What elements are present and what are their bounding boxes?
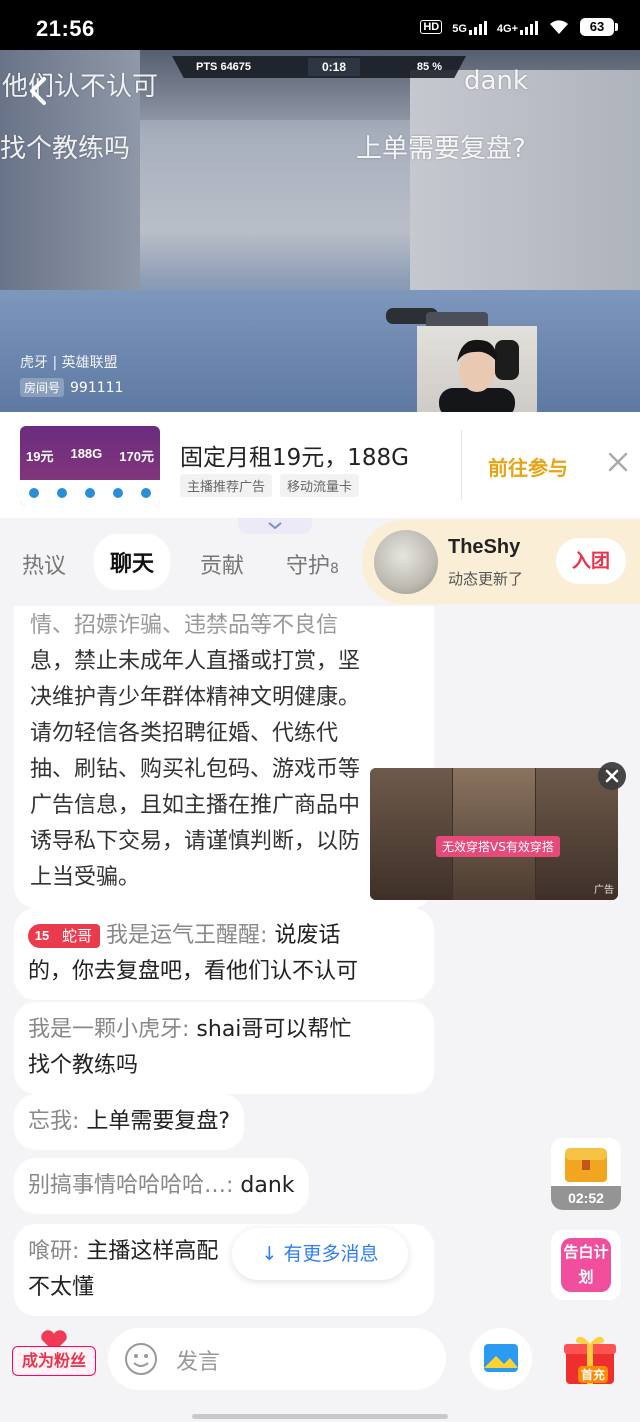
chat-text: 说废话 — [274, 923, 341, 948]
streamer-facecam — [417, 326, 537, 412]
notice-line: 决维护青少年群体精神文明健康。 — [30, 685, 361, 710]
floating-video-ad[interactable]: 无效穿搭VS有效穿搭 广告 — [370, 768, 618, 900]
treasure-chest-widget[interactable]: 02:52 — [551, 1138, 621, 1210]
first-recharge-gift-button[interactable]: 首充 — [560, 1332, 620, 1388]
ad-panel — [453, 768, 535, 900]
game-hud: PTS 64675 0:18 85 % — [172, 56, 466, 78]
tab-guard[interactable]: 守护8 — [286, 548, 339, 580]
tab-guard-count: 8 — [330, 561, 339, 577]
battery-icon: 63 — [580, 18, 618, 36]
chat-text: shai哥可以帮忙 — [196, 1017, 352, 1042]
ad-thumb-price: 170元 — [119, 449, 154, 464]
danmaku-text: 上单需要复盘? — [356, 134, 526, 164]
emoji-icon[interactable] — [124, 1342, 158, 1376]
divider — [461, 430, 462, 500]
game-scene-wall-right — [410, 70, 640, 310]
confession-plan-label: 告白计划 — [561, 1238, 611, 1292]
join-group-button[interactable]: 入团 — [556, 538, 626, 584]
chat-text: 找个教练吗 — [28, 1053, 139, 1078]
notice-line: 请勿轻信各类招聘征婚、代练代 — [30, 721, 339, 746]
become-fan-label: 成为粉丝 — [12, 1346, 96, 1376]
close-icon[interactable] — [598, 762, 626, 790]
streamer-card[interactable]: TheShy 动态更新了 入团 — [362, 520, 640, 604]
status-time: 21:56 — [36, 16, 95, 41]
live-video-player[interactable]: PTS 64675 0:18 85 % 他们认不认可 dank 找个教练吗 上单… — [0, 50, 640, 412]
confession-plan-widget[interactable]: 告白计划 — [551, 1230, 621, 1300]
ad-label: 广告 — [594, 885, 614, 896]
ad-thumb-icons — [20, 480, 160, 506]
ad-banner[interactable]: 19元 188G 170元 固定月租19元，188G 主播推荐广告 移动流量卡 … — [0, 412, 640, 518]
status-icons: HD 5G 4G+ 63 — [420, 18, 618, 36]
ad-caption: 无效穿搭VS有效穿搭 — [436, 836, 560, 857]
chat-text: 的，你去复盘吧，看他们认不认可 — [28, 959, 359, 984]
notice-line: 上当受骗。 — [30, 865, 141, 890]
image-icon — [484, 1344, 518, 1372]
ad-cta-button[interactable]: 前往参与 — [488, 452, 568, 481]
notice-line: 息，禁止未成年人直播或打赏，坚 — [30, 649, 361, 674]
streamer-name: TheShy — [448, 536, 521, 558]
signal-5g-icon: 5G — [452, 19, 487, 35]
room-tag: 房间号 — [20, 378, 65, 397]
hud-timer: 0:18 — [307, 58, 360, 76]
chat-text: 上单需要复盘? — [86, 1109, 231, 1134]
fan-badge-name: 蛇哥 — [56, 924, 101, 948]
danmaku-text: dank — [464, 66, 528, 96]
tab-chat[interactable]: 聊天 — [94, 534, 171, 590]
ad-thumb-price: 19元 — [26, 449, 54, 464]
ad-tag: 移动流量卡 — [280, 474, 360, 497]
become-fan-button[interactable]: 成为粉丝 — [12, 1330, 96, 1382]
hud-percent: 85 % — [416, 61, 442, 73]
hd-icon: HD — [420, 20, 443, 34]
hud-points: PTS 64675 — [196, 61, 252, 73]
danmaku-text: 找个教练吗 — [0, 134, 131, 164]
chat-list[interactable]: 情、招嫖诈骗、违禁品等不良信 息，禁止未成年人直播或打赏，坚 决维护青少年群体精… — [0, 606, 640, 1318]
room-info: 房间号 991111 — [20, 378, 123, 397]
ad-tag: 主播推荐广告 — [180, 474, 273, 497]
ad-thumbnail: 19元 188G 170元 — [20, 426, 160, 506]
close-icon[interactable] — [606, 450, 630, 474]
ad-panel — [370, 768, 452, 900]
chat-nickname[interactable]: 我是一颗小虎牙: — [28, 1017, 189, 1042]
tab-guard-label: 守护 — [286, 554, 331, 579]
notice-line: 情、招嫖诈骗、违禁品等不良信 — [30, 613, 339, 638]
notice-line: 抽、刷钻、购买礼包码、游戏币等 — [30, 757, 361, 782]
streamer-subtitle: 动态更新了 — [448, 570, 524, 588]
chevron-down-icon — [268, 522, 282, 530]
image-gallery-button[interactable] — [470, 1328, 532, 1390]
ad-title: 固定月租19元，188G — [180, 445, 409, 471]
chat-text: dank — [240, 1173, 295, 1198]
room-id: 991111 — [70, 379, 124, 396]
signal-4g-icon: 4G+ — [497, 19, 538, 35]
chat-nickname[interactable]: 别搞事情哈哈哈哈…: — [28, 1173, 233, 1198]
chat-nickname[interactable]: 喰研: — [28, 1239, 79, 1264]
notice-line: 广告信息，且如主播在推广商品中 — [30, 793, 361, 818]
ad-tags: 主播推荐广告 移动流量卡 — [180, 474, 360, 497]
chat-message[interactable]: 15 蛇哥 我是运气王醒醒: 说废话 的，你去复盘吧，看他们认不认可 — [14, 908, 434, 1000]
channel-label: 虎牙 | 英雄联盟 — [20, 355, 118, 371]
fan-badge: 15 蛇哥 — [28, 924, 101, 948]
fan-badge-level: 15 — [28, 924, 56, 948]
gift-label: 首充 — [578, 1366, 609, 1383]
tab-discussion[interactable]: 热议 — [22, 548, 66, 580]
treasure-chest-icon — [565, 1148, 607, 1182]
streamer-figure-icon — [439, 339, 519, 412]
collapse-handle[interactable] — [238, 518, 312, 534]
chat-input[interactable]: 发言 — [108, 1328, 446, 1390]
wifi-icon — [550, 20, 568, 34]
ad-thumb-data: 188G — [70, 446, 103, 461]
chat-nickname[interactable]: 我是运气王醒醒: — [106, 923, 267, 948]
chest-timer: 02:52 — [551, 1186, 621, 1210]
chat-text: 主播这样高配 — [86, 1239, 219, 1264]
back-arrow-icon[interactable] — [26, 76, 50, 106]
chat-input-placeholder: 发言 — [176, 1350, 221, 1375]
more-messages-button[interactable]: ↓ 有更多消息 — [232, 1228, 408, 1280]
chat-message[interactable]: 忘我: 上单需要复盘? — [14, 1094, 245, 1150]
avatar[interactable] — [374, 530, 438, 594]
notice-line: 诱导私下交易，请谨慎判断，以防 — [30, 829, 361, 854]
tab-contribution[interactable]: 贡献 — [200, 548, 244, 580]
home-indicator[interactable] — [192, 1414, 448, 1419]
chat-message[interactable]: 别搞事情哈哈哈哈…: dank — [14, 1158, 309, 1214]
chat-message[interactable]: 我是一颗小虎牙: shai哥可以帮忙 找个教练吗 — [14, 1002, 434, 1094]
chat-nickname[interactable]: 忘我: — [28, 1109, 79, 1134]
